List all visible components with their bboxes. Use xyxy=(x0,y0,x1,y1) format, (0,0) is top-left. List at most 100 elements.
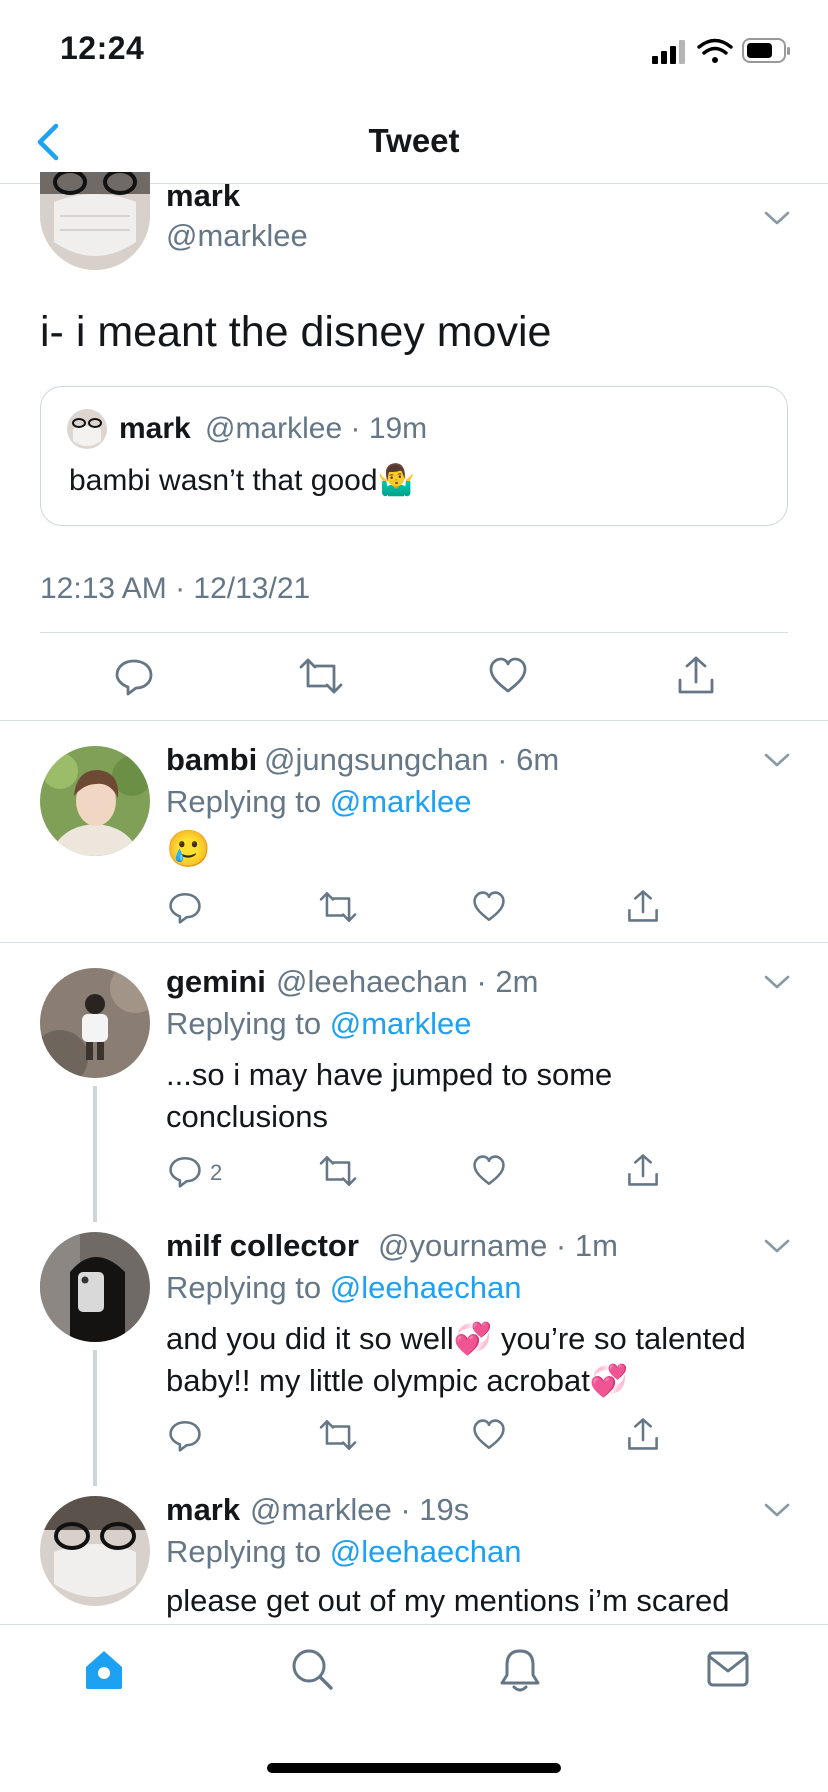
retweet-icon xyxy=(319,1420,357,1450)
tweet-options-button[interactable] xyxy=(762,972,792,992)
avatar[interactable] xyxy=(40,1496,150,1606)
like-button[interactable] xyxy=(488,656,528,696)
tab-home[interactable] xyxy=(82,1647,126,1691)
tweet-text-line: ...so i may have jumped to some xyxy=(166,1057,613,1092)
author-handle[interactable]: @marklee xyxy=(166,218,308,254)
tweet-options-button[interactable] xyxy=(762,1500,792,1520)
reply-button[interactable] xyxy=(168,1418,202,1452)
avatar[interactable] xyxy=(40,172,150,270)
thread-line xyxy=(93,1350,97,1486)
tweet-text-line: and you did it so well💞 you’re so talent… xyxy=(166,1321,746,1356)
reply-icon xyxy=(169,1420,201,1452)
retweet-button[interactable] xyxy=(318,890,358,924)
like-button[interactable] xyxy=(472,1418,506,1452)
battery-icon xyxy=(742,38,790,63)
retweet-icon xyxy=(319,892,357,922)
tweet-options-button[interactable] xyxy=(762,208,792,228)
tweet-text-line: conclusions xyxy=(166,1099,328,1134)
tweet-text: i- i meant the disney movie xyxy=(40,308,552,356)
messages-icon xyxy=(707,1651,749,1687)
author-name[interactable]: milf collector xyxy=(166,1228,359,1264)
avatar[interactable] xyxy=(40,968,150,1078)
heart-icon xyxy=(473,1155,505,1186)
reply-icon xyxy=(115,659,153,696)
replying-to-link[interactable]: @leehaechan xyxy=(330,1270,522,1305)
wifi-icon xyxy=(697,38,733,63)
quoted-tweet[interactable]: mark @marklee · 19m bambi wasn’t that go… xyxy=(40,386,788,526)
share-button[interactable] xyxy=(626,1152,660,1188)
tweet-timestamp: 12:13 AM · 12/13/21 xyxy=(40,572,311,605)
author-name[interactable]: mark xyxy=(166,178,240,214)
share-icon xyxy=(678,656,714,694)
thread-line xyxy=(93,1086,97,1222)
author-name[interactable]: mark xyxy=(166,1492,240,1528)
tweet-text: 🥲 xyxy=(166,828,211,869)
divider xyxy=(40,632,788,633)
reply-icon xyxy=(169,892,201,924)
replying-to-link[interactable]: @marklee xyxy=(330,1006,472,1041)
retweet-icon xyxy=(299,658,343,694)
status-icons xyxy=(650,36,792,66)
like-button[interactable] xyxy=(472,1154,506,1188)
share-icon xyxy=(628,890,658,922)
search-icon xyxy=(292,1649,333,1690)
reply-count: 2 xyxy=(210,1160,223,1185)
notifications-icon xyxy=(500,1649,540,1692)
author-handle-time[interactable]: @marklee · 19s xyxy=(250,1492,469,1528)
chevron-down-icon xyxy=(764,753,790,767)
replying-to: Replying to @marklee xyxy=(166,1006,471,1042)
retweet-button[interactable] xyxy=(298,656,344,696)
heart-icon xyxy=(473,1419,505,1450)
replying-to-label: Replying to xyxy=(166,1006,322,1041)
replying-to-link[interactable]: @marklee xyxy=(330,784,472,819)
share-button[interactable] xyxy=(626,1416,660,1452)
replying-to-label: Replying to xyxy=(166,1270,322,1305)
like-button[interactable] xyxy=(472,890,506,924)
replying-to-link[interactable]: @leehaechan xyxy=(330,1534,522,1569)
author-name[interactable]: bambi xyxy=(166,742,257,778)
share-button[interactable] xyxy=(676,654,716,696)
tab-notifications[interactable] xyxy=(498,1647,542,1693)
tweet-options-button[interactable] xyxy=(762,1236,792,1256)
heart-icon xyxy=(473,891,505,922)
share-button[interactable] xyxy=(626,888,660,924)
quoted-avatar xyxy=(67,409,107,449)
reply-button[interactable] xyxy=(168,1154,202,1188)
replying-to-label: Replying to xyxy=(166,1534,322,1569)
quoted-name: mark xyxy=(119,412,191,445)
home-indicator[interactable] xyxy=(267,1763,561,1773)
reply-button[interactable] xyxy=(168,890,202,924)
home-icon xyxy=(86,1651,122,1689)
replying-to: Replying to @marklee xyxy=(166,784,471,820)
avatar[interactable] xyxy=(40,1232,150,1342)
page-title: Tweet xyxy=(368,122,460,159)
tweet-options-button[interactable] xyxy=(762,750,792,770)
tab-search[interactable] xyxy=(290,1647,334,1691)
reply-icon xyxy=(169,1156,201,1188)
status-time: 12:24 xyxy=(60,30,145,66)
quoted-handle-time: @marklee · 19m xyxy=(205,412,428,445)
share-icon xyxy=(628,1418,658,1450)
tweet-text-line: baby!! my little olympic acrobat💞 xyxy=(166,1363,629,1398)
avatar[interactable] xyxy=(40,746,150,856)
replying-to-label: Replying to xyxy=(166,784,322,819)
author-handle-time[interactable]: @jungsungchan · 6m xyxy=(264,742,559,778)
retweet-button[interactable] xyxy=(318,1154,358,1188)
divider xyxy=(0,720,828,721)
quoted-text: bambi wasn’t that good🤷‍♂️ xyxy=(69,464,415,497)
reply-button[interactable] xyxy=(114,656,154,696)
chevron-down-icon xyxy=(764,1503,790,1517)
share-icon xyxy=(628,1154,658,1186)
retweet-icon xyxy=(319,1156,357,1186)
author-handle-time[interactable]: @yourname · 1m xyxy=(378,1228,618,1264)
chevron-down-icon xyxy=(764,211,790,225)
author-handle-time[interactable]: @leehaechan · 2m xyxy=(276,964,538,1000)
author-name[interactable]: gemini xyxy=(166,964,266,1000)
tweet-text: please get out of my mentions i’m scared xyxy=(166,1583,730,1618)
replying-to: Replying to @leehaechan xyxy=(166,1270,522,1306)
heart-icon xyxy=(489,657,527,693)
retweet-button[interactable] xyxy=(318,1418,358,1452)
tweet-text: and you did it so well💞 you’re so talent… xyxy=(166,1318,746,1402)
chevron-down-icon xyxy=(764,975,790,989)
tab-messages[interactable] xyxy=(706,1649,750,1689)
